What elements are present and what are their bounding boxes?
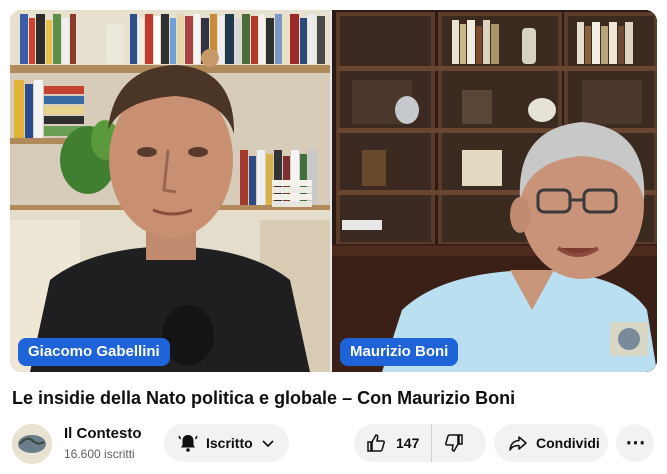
- like-dislike-group: 147: [354, 424, 486, 462]
- thumbs-up-icon: [366, 433, 386, 453]
- share-button[interactable]: Condividi: [494, 424, 608, 462]
- video-actions-row: Il Contesto 16.600 iscritti Iscritto 147…: [0, 422, 667, 466]
- right-speaker-video: Maurizio Boni: [332, 10, 657, 372]
- dislike-button[interactable]: [432, 424, 478, 462]
- channel-logo-icon[interactable]: [12, 424, 52, 464]
- like-count: 147: [396, 435, 420, 451]
- speaker-name-tag: Giacomo Gabellini: [18, 338, 170, 366]
- left-speaker-video: Giacomo Gabellini: [10, 10, 330, 372]
- left-speaker-scene: [10, 10, 330, 372]
- channel-name[interactable]: Il Contesto: [64, 425, 142, 442]
- chevron-down-icon: [261, 436, 275, 450]
- share-label: Condividi: [536, 435, 600, 451]
- subscriber-count: 16.600 iscritti: [64, 447, 135, 461]
- like-button[interactable]: 147: [354, 424, 433, 462]
- bell-icon: [178, 433, 198, 453]
- more-actions-button[interactable]: ⋯: [616, 424, 654, 462]
- speaker-name-tag: Maurizio Boni: [340, 338, 459, 366]
- more-icon: ⋯: [625, 432, 646, 454]
- subscribe-label: Iscritto: [206, 435, 253, 451]
- video-player[interactable]: Giacomo Gabellini Maurizio Boni: [10, 10, 657, 372]
- right-speaker-scene: [332, 10, 657, 372]
- video-title: Le insidie della Nato politica e globale…: [12, 388, 516, 408]
- subscribe-button[interactable]: Iscritto: [164, 424, 289, 462]
- thumbs-down-icon: [444, 433, 464, 453]
- share-icon: [508, 433, 528, 453]
